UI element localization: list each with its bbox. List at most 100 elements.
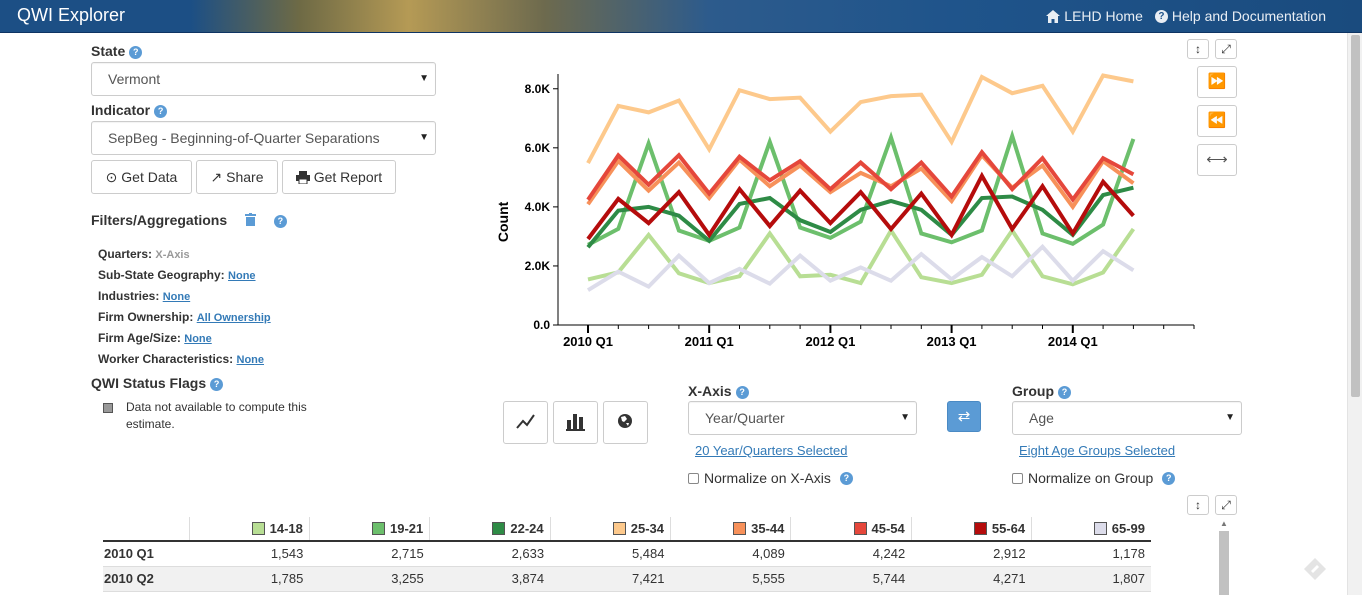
column-header[interactable]: 25-34 [549,517,671,542]
fullscreen-icon[interactable]: ⤢ [1215,39,1237,59]
legend-swatch [612,522,626,535]
x-tick-label: 2013 Q1 [927,334,977,349]
globe-icon [618,414,632,428]
table-corner-header [103,517,189,542]
status-flags-help-icon[interactable]: ? [210,378,224,391]
table-scrollbar[interactable]: ▲ [1217,517,1232,595]
page-scrollbar[interactable] [1347,33,1362,595]
table-row: 2010 Q1 1,543 2,715 2,633 5,484 4,089 4,… [103,541,1151,567]
filter-sub-state-geography: Sub-State Geography: None [98,265,271,286]
state-select-value: Vermont [108,71,161,87]
column-header-label: 25-34 [630,521,664,536]
lehd-home-link[interactable]: LEHD Home [1046,8,1143,24]
column-header[interactable]: 14-18 [188,517,310,542]
state-select[interactable]: Vermont ▼ [91,62,436,96]
indicator-select[interactable]: SepBeg - Beginning-of-Quarter Separation… [91,121,436,155]
table-scrollbar-thumb[interactable] [1219,531,1229,595]
column-header-label: 65-99 [1111,521,1145,536]
vertical-resize-icon[interactable]: ↕ [1187,39,1209,59]
column-header-label: 55-64 [991,521,1026,536]
share-label: Share [226,169,264,185]
column-header[interactable]: 65-99 [1031,517,1151,542]
group-help-icon[interactable]: ? [1058,386,1071,399]
state-help-icon[interactable]: ? [129,46,143,59]
feedback-icon[interactable] [1303,557,1327,581]
xaxis-selection-link[interactable]: 20 Year/Quarters Selected [695,443,848,458]
table-cell: 1,807 [1031,566,1151,592]
table-cell: 1,785 [189,566,310,592]
checkbox-box[interactable] [688,472,699,484]
get-data-button[interactable]: ⊙ Get Data [91,160,192,194]
group-selection-link[interactable]: Eight Age Groups Selected [1019,443,1175,458]
table-cell: 3,874 [429,566,551,592]
legend-swatch [372,522,385,535]
column-header[interactable]: 35-44 [669,517,791,542]
share-button[interactable]: ↗ Share [196,160,278,194]
series-line-25-34 [586,73,1134,164]
table-cell: 1,543 [189,541,310,567]
caret-down-icon: ▼ [419,73,429,84]
page-scrollbar-thumb[interactable] [1351,35,1360,397]
table-fullscreen-icon[interactable]: ⤢ [1215,495,1237,515]
app-title[interactable]: QWI Explorer [17,5,125,26]
table-cell: 5,484 [550,541,671,567]
row-header: 2010 Q2 [103,566,189,592]
line-chart: 0.0 2.0K 4.0K 6.0K 8.0K Count 2010 Q1 2011 Q1 20… [490,60,1210,360]
filter-value-link[interactable]: None [163,291,191,303]
question-circle-icon: ? [1154,9,1168,23]
xaxis-select[interactable]: Year/Quarter ▼ [688,401,917,435]
indicator-help-icon[interactable]: ? [154,105,168,118]
table-cell: 2,633 [429,541,551,567]
rewind-icon: ⏪ [1207,112,1227,129]
column-header[interactable]: 19-21 [308,517,430,542]
bar-chart-button[interactable] [553,401,598,444]
normalize-group-checkbox[interactable]: Normalize on Group ? [1012,470,1176,486]
filter-value-link[interactable]: None [237,354,265,366]
table-cell: 5,555 [670,566,791,592]
lehd-home-label: LEHD Home [1064,8,1143,24]
group-label-row: Group? [1012,383,1071,399]
map-button[interactable] [603,401,648,444]
table-vertical-resize-icon[interactable]: ↕ [1187,495,1209,515]
get-report-button[interactable]: Get Report [282,160,396,194]
indicator-label: Indicator [91,102,151,118]
column-header[interactable]: 22-24 [429,517,551,542]
filter-value-link[interactable]: All Ownership [197,312,271,324]
table-cell: 2,912 [911,541,1032,567]
share-icon: ↗ [210,169,223,185]
trash-icon[interactable] [245,213,257,226]
row-header: 2010 Q1 [103,541,189,567]
top-nav: LEHD Home ? Help and Documentation [1046,8,1326,24]
filter-firm-age-size: Firm Age/Size: None [98,328,271,349]
column-header-label: 45-54 [871,521,905,536]
legend-swatch [733,522,747,535]
filter-value-link[interactable]: None [184,333,212,345]
x-tick-label: 2012 Q1 [805,334,855,349]
home-icon [1046,9,1061,23]
normalize-x-checkbox[interactable]: Normalize on X-Axis ? [688,470,853,486]
legend-swatch [853,522,867,535]
checkbox-box[interactable] [1012,472,1023,484]
group-select[interactable]: Age ▼ [1012,401,1242,435]
swap-axes-button[interactable]: ⇄ [947,401,981,432]
print-icon [295,171,310,185]
group-select-value: Age [1029,410,1054,426]
scroll-up-icon[interactable]: ▲ [1220,519,1228,528]
y-axis-title: Count [495,201,511,242]
fast-forward-icon: ⏩ [1207,73,1227,90]
table-cell: 5,744 [790,566,912,592]
normalize-x-help-icon[interactable]: ? [839,471,853,485]
xaxis-help-icon[interactable]: ? [735,386,749,399]
filter-value-link[interactable]: None [228,270,256,282]
line-chart-button[interactable] [503,401,548,444]
filters-help-icon[interactable]: ? [273,215,287,228]
column-header[interactable]: 55-64 [910,517,1032,542]
table-cell: 4,242 [790,541,912,567]
table-cell: 4,089 [670,541,791,567]
filter-label: Sub-State Geography: [98,268,225,282]
filter-firm-ownership: Firm Ownership: All Ownership [98,307,271,328]
column-header[interactable]: 45-54 [790,517,912,542]
help-documentation-link[interactable]: ? Help and Documentation [1154,8,1326,24]
normalize-group-help-icon[interactable]: ? [1162,471,1176,485]
status-flag-swatch [103,403,113,413]
